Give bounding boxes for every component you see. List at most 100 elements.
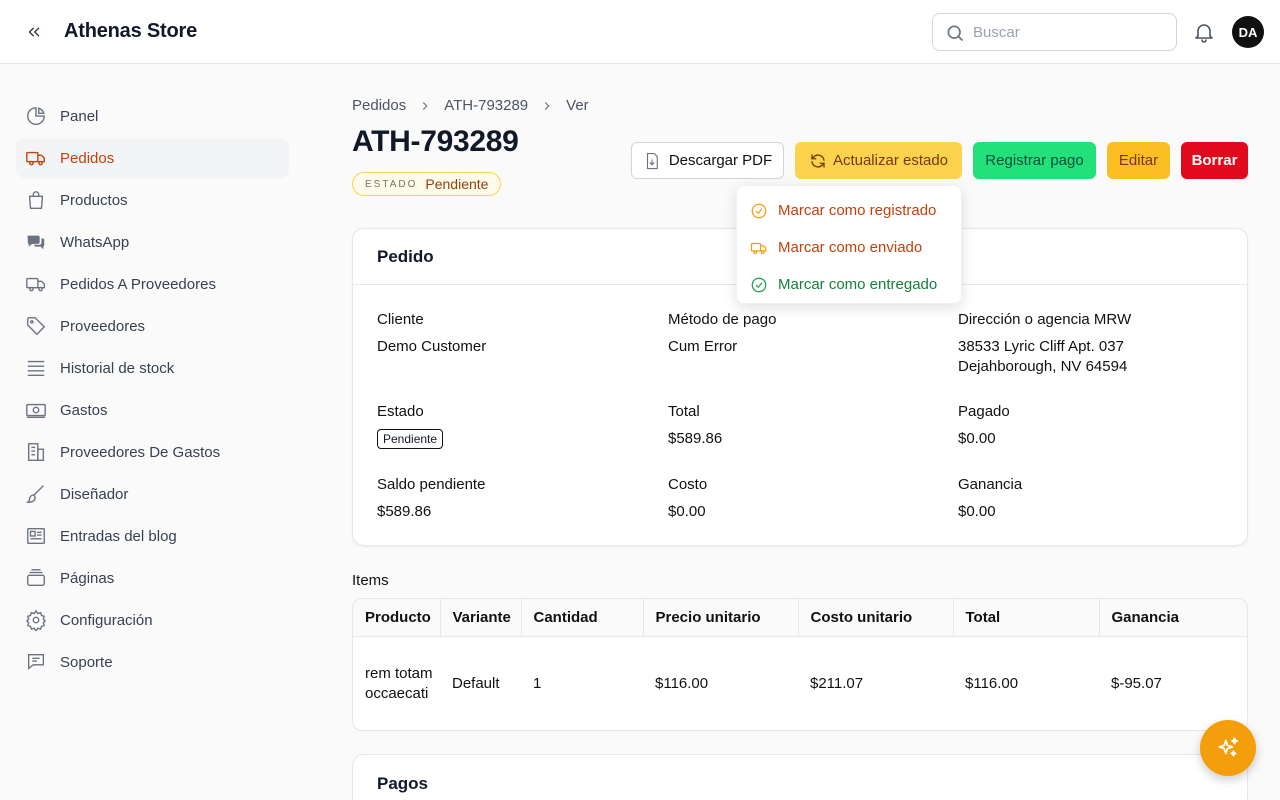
search-input[interactable] — [973, 22, 1168, 42]
total-label: Total — [668, 403, 700, 420]
update-state-button[interactable]: Actualizar estado — [795, 142, 962, 179]
sidebar-item-proveedores[interactable]: Proveedores — [16, 306, 289, 346]
gear-icon — [24, 608, 48, 632]
address-line-1: 38533 Lyric Cliff Apt. 037 — [958, 338, 1124, 355]
breadcrumb-item-ver: Ver — [566, 97, 589, 114]
profit-value: $0.00 — [958, 503, 996, 520]
tag-icon — [24, 314, 48, 338]
sparkles-icon — [1218, 737, 1239, 757]
collapse-sidebar-icon[interactable] — [22, 20, 46, 44]
refresh-icon — [811, 153, 825, 168]
payments-card-title: Pagos — [377, 774, 429, 793]
bell-icon[interactable] — [1192, 20, 1216, 47]
update-state-dropdown: Marcar como registrado Marcar como envia… — [736, 185, 962, 304]
status-badge-value: Pendiente — [425, 176, 489, 192]
column-header[interactable]: Cantidad — [521, 599, 644, 637]
sidebar-item-label: Productos — [60, 191, 128, 209]
profit-field: Ganancia $0.00 — [958, 476, 1228, 522]
mark-registered-menu-item[interactable]: Marcar como registrado — [737, 192, 961, 229]
column-header[interactable]: Costo unitario — [798, 599, 954, 637]
register-payment-button[interactable]: Registrar pago — [973, 142, 1096, 179]
paid-value: $0.00 — [958, 430, 996, 447]
menu-item-label: Marcar como enviado — [778, 239, 923, 256]
address-value: 38533 Lyric Cliff Apt. 037 Dejahborough,… — [958, 337, 1228, 377]
sidebar-item-whatsapp[interactable]: WhatsApp — [16, 222, 289, 262]
sidebar-item-label: Pedidos A Proveedores — [60, 275, 216, 293]
sidebar-item-gastos[interactable]: Gastos — [16, 390, 289, 430]
column-header[interactable]: Total — [953, 599, 1100, 637]
payments-card: Pagos — [352, 754, 1248, 800]
avatar[interactable]: DA — [1232, 16, 1264, 48]
address-field: Dirección o agencia MRW 38533 Lyric Clif… — [958, 311, 1228, 377]
truck-icon — [24, 146, 48, 170]
stack-icon — [24, 356, 48, 380]
total-value: $589.86 — [668, 430, 723, 447]
check-circle-icon — [751, 203, 767, 218]
mark-shipped-menu-item[interactable]: Marcar como enviado — [737, 229, 961, 266]
product-cell: rem totam occaecati — [365, 664, 433, 702]
column-header[interactable]: Producto — [353, 599, 441, 637]
breadcrumb-item-order[interactable]: ATH-793289 — [444, 97, 528, 114]
status-badge-key: ESTADO — [365, 178, 418, 190]
top-bar: Athenas Store DA — [0, 0, 1280, 64]
sidebar-item-label: Historial de stock — [60, 359, 175, 377]
address-label: Dirección o agencia MRW — [958, 311, 1132, 328]
cost-value: $0.00 — [668, 503, 706, 520]
sidebar-item-pedidos[interactable]: Pedidos — [16, 138, 289, 178]
payment-method-field: Método de pago Cum Error — [668, 311, 938, 357]
check-circle-icon — [751, 277, 767, 292]
chevron-right-icon — [540, 99, 554, 113]
unit-cost-cell: $211.07 — [810, 675, 864, 693]
balance-value: $589.86 — [377, 503, 432, 520]
sidebar-item-configuracion[interactable]: Configuración — [16, 600, 289, 640]
sidebar-item-disenador[interactable]: Diseñador — [16, 474, 289, 514]
sidebar-item-label: Panel — [60, 107, 99, 125]
download-pdf-button[interactable]: Descargar PDF — [631, 142, 784, 179]
newspaper-icon — [24, 524, 48, 548]
menu-item-label: Marcar como registrado — [778, 202, 937, 219]
sidebar: Panel Pedidos Productos WhatsApp Pedidos… — [16, 96, 289, 684]
table-header-row: Producto Variante Cantidad Precio unitar… — [353, 599, 1247, 637]
edit-button[interactable]: Editar — [1107, 142, 1170, 179]
total-cell: $116.00 — [965, 675, 1019, 693]
unit-price-cell: $116.00 — [655, 675, 709, 693]
balance-label: Saldo pendiente — [377, 476, 486, 493]
sidebar-item-blog[interactable]: Entradas del blog — [16, 516, 289, 556]
total-field: Total $589.86 — [668, 403, 938, 449]
pages-icon — [24, 566, 48, 590]
sidebar-item-label: Diseñador — [60, 485, 129, 503]
column-header[interactable]: Ganancia — [1099, 599, 1247, 637]
truck-icon — [24, 272, 48, 296]
state-badge: Pendiente — [377, 429, 444, 449]
breadcrumb-item-pedidos[interactable]: Pedidos — [352, 97, 406, 114]
mark-delivered-menu-item[interactable]: Marcar como entregado — [737, 266, 961, 303]
delete-button[interactable]: Borrar — [1181, 142, 1248, 179]
quantity-cell: 1 — [533, 675, 542, 693]
paid-field: Pagado $0.00 — [958, 403, 1228, 449]
sidebar-item-panel[interactable]: Panel — [16, 96, 289, 136]
support-chat-icon — [24, 650, 48, 674]
table-row[interactable]: rem totam occaecati Default 1 $116.00 $2… — [353, 636, 1247, 730]
truck-icon — [750, 242, 767, 254]
column-header[interactable]: Variante — [440, 599, 522, 637]
payment-method-value: Cum Error — [668, 338, 738, 355]
sidebar-item-proveedores-gastos[interactable]: Proveedores De Gastos — [16, 432, 289, 472]
address-line-2: Dejahborough, NV 64594 — [958, 358, 1128, 375]
sidebar-item-label: Proveedores De Gastos — [60, 443, 221, 461]
sidebar-item-label: Entradas del blog — [60, 527, 177, 545]
store-name: Athenas Store — [64, 20, 197, 42]
banknote-icon — [24, 398, 48, 422]
search-box[interactable] — [932, 13, 1177, 51]
client-value: Demo Customer — [377, 338, 487, 355]
sidebar-item-paginas[interactable]: Páginas — [16, 558, 289, 598]
state-field: Estado Pendiente — [377, 403, 647, 449]
column-header[interactable]: Precio unitario — [643, 599, 799, 637]
payment-method-label: Método de pago — [668, 311, 777, 328]
ai-assistant-button[interactable] — [1200, 720, 1256, 776]
sidebar-item-soporte[interactable]: Soporte — [16, 642, 289, 682]
sidebar-item-label: Gastos — [60, 401, 108, 419]
sidebar-item-productos[interactable]: Productos — [16, 180, 289, 220]
sidebar-item-historial-stock[interactable]: Historial de stock — [16, 348, 289, 388]
sidebar-item-label: Configuración — [60, 611, 153, 629]
sidebar-item-pedidos-proveedores[interactable]: Pedidos A Proveedores — [16, 264, 289, 304]
